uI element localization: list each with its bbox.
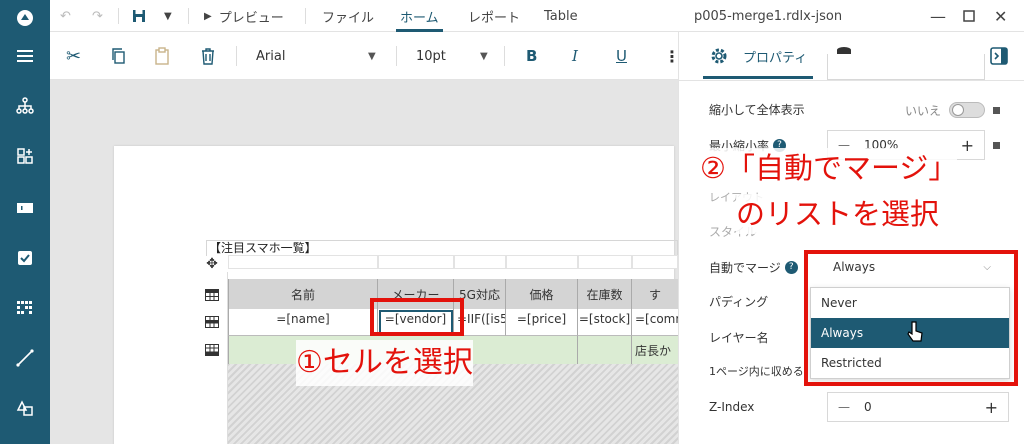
increment-icon[interactable]: + — [961, 136, 974, 155]
cut-icon[interactable]: ✂ — [66, 32, 81, 80]
preview-button[interactable]: ▶ プレビュー — [204, 0, 284, 32]
collapse-panel-icon[interactable] — [989, 46, 1009, 69]
column-handle[interactable] — [578, 255, 632, 269]
close-icon[interactable]: ✕ — [994, 0, 1007, 32]
padding-label: パディング — [709, 294, 769, 309]
table-header-cell[interactable]: 名前 — [228, 279, 378, 309]
annotation-step2-line1: ②「自動でマージ」 — [700, 148, 958, 188]
components-icon[interactable] — [0, 140, 50, 172]
shrink-to-fit-label: 縮小して全体表示 — [709, 102, 805, 117]
undo-icon[interactable]: ↶ — [60, 0, 71, 32]
menu-report[interactable]: レポート — [468, 0, 520, 32]
top-bar: ↶ ↷ ▼ ▶ プレビュー ファイル ホーム レポート Table p005-m… — [50, 0, 1024, 32]
textbox-icon[interactable] — [0, 192, 50, 224]
column-handle[interactable] — [454, 255, 506, 269]
shrink-to-fit-toggle[interactable] — [949, 102, 985, 118]
maximize-icon[interactable] — [962, 0, 976, 32]
minimize-icon[interactable]: — — [930, 0, 946, 32]
property-indicator — [993, 107, 1000, 114]
property-indicator — [993, 142, 1000, 149]
annotation-step2-line2: のリストを選択 — [736, 194, 940, 234]
save-icon[interactable] — [132, 0, 146, 32]
table-header-cell[interactable]: 在庫数 — [578, 279, 632, 309]
table-footer-cell[interactable]: 店長か — [632, 336, 678, 365]
menu-file[interactable]: ファイル — [322, 0, 374, 32]
paste-icon[interactable] — [154, 32, 170, 80]
delete-icon[interactable] — [200, 32, 216, 80]
divider — [236, 46, 237, 66]
increment-icon[interactable]: + — [985, 398, 998, 417]
font-size-select[interactable]: 10pt — [416, 32, 446, 80]
font-family-select[interactable]: Arial — [256, 32, 285, 80]
layer-name-label: レイヤー名 — [709, 330, 769, 345]
left-rail — [0, 0, 50, 444]
annotation-step1: ①セルを選択 — [296, 340, 473, 386]
menu-table[interactable]: Table — [544, 0, 578, 32]
shapes-icon[interactable] — [0, 392, 50, 424]
column-handle[interactable] — [632, 255, 678, 269]
font-size-chevron-icon[interactable]: ▼ — [480, 32, 488, 80]
decrement-icon[interactable]: — — [838, 400, 850, 414]
play-icon: ▶ — [204, 10, 212, 22]
move-handle-icon[interactable]: ✥ — [203, 255, 221, 273]
table-footer-row-icon[interactable] — [202, 340, 222, 360]
home-toolbar: ✂ Arial ▼ 10pt ▼ B I U ⋮ — [50, 32, 680, 80]
table-header-cell[interactable]: 価格 — [506, 279, 578, 309]
table-header-row-icon[interactable] — [202, 285, 222, 305]
line-icon[interactable] — [0, 342, 50, 374]
save-dropdown-chevron-icon[interactable]: ▼ — [164, 0, 172, 32]
zindex-stepper[interactable]: — 0 + — [827, 392, 1009, 422]
table-detail-cell[interactable]: =[stock] — [578, 309, 632, 336]
menu-home[interactable]: ホーム — [396, 0, 443, 32]
column-handle[interactable] — [506, 255, 578, 269]
copy-icon[interactable] — [110, 32, 126, 80]
font-family-chevron-icon[interactable]: ▼ — [368, 32, 376, 80]
underline-button[interactable]: U — [616, 32, 627, 80]
barcode-icon[interactable] — [0, 292, 50, 324]
divider — [305, 8, 306, 24]
properties-tab-indicator — [703, 76, 813, 79]
hamburger-menu-icon[interactable] — [0, 40, 50, 72]
table-detail-row-icon[interactable] — [202, 312, 222, 332]
auto-merge-label: 自動でマージ? — [709, 252, 798, 282]
table-header-cell[interactable]: す — [632, 279, 678, 309]
properties-gear-icon[interactable] — [709, 46, 729, 69]
annotation-highlight-dropdown — [804, 250, 1018, 386]
report-title[interactable]: 【注目スマホ一覧】 — [206, 240, 678, 256]
column-handle[interactable] — [378, 255, 454, 269]
help-icon[interactable]: ? — [784, 260, 798, 274]
redo-icon[interactable]: ↷ — [92, 0, 103, 32]
divider — [188, 8, 189, 24]
table-footer-cell[interactable] — [578, 336, 632, 365]
bold-button[interactable]: B — [526, 32, 537, 80]
document-title: p005-merge1.rdlx-json — [694, 8, 843, 24]
divider — [396, 46, 397, 66]
fit-in-page-label: 1ページ内に収める — [709, 365, 804, 378]
table-detail-cell[interactable]: =[comm — [632, 309, 678, 336]
property-value-box[interactable] — [827, 54, 985, 80]
column-handle[interactable] — [228, 255, 378, 269]
shrink-to-fit-value: いいえ — [905, 104, 942, 118]
preview-label: プレビュー — [218, 10, 284, 26]
table-detail-cell[interactable]: =[name] — [228, 309, 378, 336]
checkbox-icon[interactable] — [0, 242, 50, 274]
properties-title[interactable]: プロパティ — [743, 47, 807, 66]
divider — [504, 46, 505, 66]
panel-divider — [679, 80, 1024, 92]
report-explorer-icon[interactable] — [0, 90, 50, 122]
annotation-highlight-cell — [370, 298, 464, 336]
zindex-value: 0 — [864, 400, 872, 414]
table-detail-cell[interactable]: =[price] — [506, 309, 578, 336]
app-logo-icon — [0, 2, 50, 34]
zindex-label: Z-Index — [709, 400, 755, 414]
divider — [118, 8, 119, 24]
italic-button[interactable]: I — [572, 32, 578, 80]
